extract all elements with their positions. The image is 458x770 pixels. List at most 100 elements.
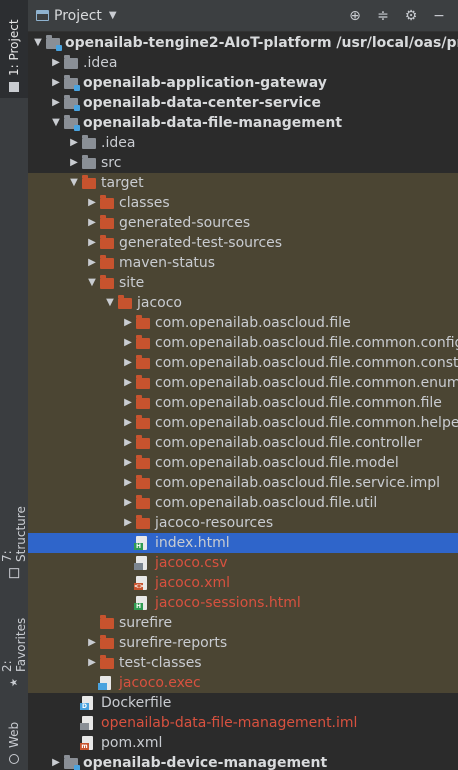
collapse-arrow-icon[interactable]: ▶ bbox=[50, 93, 62, 113]
collapse-arrow-icon[interactable]: ▶ bbox=[86, 633, 98, 653]
tree-row[interactable]: ▶ com.openailab.oascloud.file.common.file bbox=[28, 393, 458, 413]
tree-row[interactable]: jacoco.csv bbox=[28, 553, 458, 573]
expand-arrow-icon[interactable]: ▼ bbox=[104, 293, 116, 313]
tree-row[interactable]: ▶ .idea bbox=[28, 133, 458, 153]
tree-row[interactable]: ▶ generated-sources bbox=[28, 213, 458, 233]
tab-favorites[interactable]: ★ 2: Favorites bbox=[0, 598, 28, 694]
collapse-arrow-icon[interactable]: ▶ bbox=[86, 653, 98, 673]
tree-row-label: com.openailab.oascloud.file.util bbox=[155, 495, 378, 511]
folder-icon bbox=[100, 215, 114, 229]
folder-icon bbox=[118, 295, 132, 309]
collapse-arrow-icon[interactable]: ▶ bbox=[122, 353, 134, 373]
tree-row[interactable]: ▶ src bbox=[28, 153, 458, 173]
tree-row[interactable]: ▶ surefire-reports bbox=[28, 633, 458, 653]
folder-icon bbox=[64, 55, 78, 69]
folder-icon bbox=[136, 395, 150, 409]
file-type-badge bbox=[134, 563, 143, 570]
collapse-arrow-icon[interactable]: ▶ bbox=[122, 513, 134, 533]
view-selector[interactable]: Project ▼ bbox=[28, 8, 117, 24]
tree-row-label: com.openailab.oascloud.file.controller bbox=[155, 435, 422, 451]
tree-row[interactable]: ▼ jacoco bbox=[28, 293, 458, 313]
file-type-badge bbox=[98, 683, 107, 690]
collapse-arrow-icon[interactable]: ▶ bbox=[68, 133, 80, 153]
panel-title: Project bbox=[54, 7, 102, 24]
tab-web[interactable]: Web bbox=[0, 704, 28, 770]
target-icon[interactable]: ⊕ bbox=[348, 8, 362, 24]
tree-row[interactable]: ▶ .idea bbox=[28, 53, 458, 73]
tree-row[interactable]: ▶ com.openailab.oascloud.file.service.imp… bbox=[28, 473, 458, 493]
tree-row-label: Dockerfile bbox=[101, 695, 172, 711]
collapse-arrow-icon[interactable]: ▶ bbox=[122, 433, 134, 453]
tree-row[interactable]: ▶ test-classes bbox=[28, 653, 458, 673]
iml-file-icon bbox=[80, 716, 93, 730]
collapse-arrow-icon[interactable]: ▶ bbox=[122, 413, 134, 433]
project-tree[interactable]: ▼ openailab-tengine2-AIoT-platform /usr/l… bbox=[28, 32, 458, 770]
collapse-arrow-icon[interactable]: ▶ bbox=[86, 213, 98, 233]
tree-row[interactable]: ▼ openailab-data-file-management bbox=[28, 113, 458, 133]
tree-row[interactable]: ▶ generated-test-sources bbox=[28, 233, 458, 253]
collapse-arrow-icon[interactable]: ▶ bbox=[122, 453, 134, 473]
expand-arrow-icon[interactable]: ▼ bbox=[68, 173, 80, 193]
collapse-arrow-icon[interactable]: ▶ bbox=[86, 193, 98, 213]
tree-row[interactable]: ▼ site bbox=[28, 273, 458, 293]
collapse-all-icon[interactable]: ≑ bbox=[376, 8, 390, 24]
tree-row[interactable]: ▼ target bbox=[28, 173, 458, 193]
tree-row[interactable]: ▶ openailab-application-gateway bbox=[28, 73, 458, 93]
tree-row[interactable]: m pom.xml bbox=[28, 733, 458, 753]
expand-arrow-icon[interactable]: ▼ bbox=[86, 273, 98, 293]
tree-row[interactable]: ▶ com.openailab.oascloud.file.common.conf… bbox=[28, 333, 458, 353]
tree-row[interactable]: D Dockerfile bbox=[28, 693, 458, 713]
tree-row-label: jacoco.exec bbox=[119, 675, 201, 691]
tree-row-label: com.openailab.oascloud.file.service.impl bbox=[155, 475, 441, 491]
module-icon bbox=[64, 115, 80, 131]
file-type-badge: H bbox=[134, 603, 143, 610]
module-icon bbox=[64, 75, 80, 91]
tree-row[interactable]: ▶ jacoco-resources bbox=[28, 513, 458, 533]
expand-arrow-icon[interactable]: ▼ bbox=[32, 33, 44, 53]
collapse-arrow-icon[interactable]: ▶ bbox=[122, 473, 134, 493]
tree-row[interactable]: ▶ maven-status bbox=[28, 253, 458, 273]
expand-arrow-icon[interactable]: ▼ bbox=[50, 113, 62, 133]
tree-row-label: classes bbox=[119, 195, 170, 211]
tree-row[interactable]: ▶ com.openailab.oascloud.file.model bbox=[28, 453, 458, 473]
tree-row[interactable]: Hindex.html bbox=[28, 533, 458, 553]
collapse-arrow-icon[interactable]: ▶ bbox=[122, 333, 134, 353]
module-icon bbox=[64, 95, 80, 111]
tree-row[interactable]: ▶ openailab-device-management bbox=[28, 753, 458, 770]
tree-row[interactable]: ▶ com.openailab.oascloud.file.common.help… bbox=[28, 413, 458, 433]
tree-row-label: .idea bbox=[83, 55, 118, 71]
tree-row-label: com.openailab.oascloud.file bbox=[155, 315, 351, 331]
tree-row[interactable]: jacoco.exec bbox=[28, 673, 458, 693]
collapse-arrow-icon[interactable]: ▶ bbox=[122, 393, 134, 413]
folder-icon bbox=[100, 655, 114, 669]
tree-row-label: generated-sources bbox=[119, 215, 251, 231]
tree-row[interactable]: ▶ com.openailab.oascloud.file.controller bbox=[28, 433, 458, 453]
tree-row[interactable]: Hjacoco-sessions.html bbox=[28, 593, 458, 613]
hide-icon[interactable]: − bbox=[432, 8, 446, 24]
folder-icon bbox=[100, 275, 114, 289]
tree-row[interactable]: ▶ openailab-data-center-service bbox=[28, 93, 458, 113]
collapse-arrow-icon[interactable]: ▶ bbox=[50, 73, 62, 93]
folder-icon bbox=[100, 615, 114, 629]
tree-row[interactable]: ▶ com.openailab.oascloud.file bbox=[28, 313, 458, 333]
settings-icon[interactable]: ⚙ bbox=[404, 8, 418, 24]
tree-row[interactable]: surefire bbox=[28, 613, 458, 633]
tree-row[interactable]: ▶ com.openailab.oascloud.file.common.enum… bbox=[28, 373, 458, 393]
tab-project[interactable]: 1: Project bbox=[0, 0, 28, 98]
collapse-arrow-icon[interactable]: ▶ bbox=[122, 493, 134, 513]
collapse-arrow-icon[interactable]: ▶ bbox=[68, 153, 80, 173]
collapse-arrow-icon[interactable]: ▶ bbox=[86, 253, 98, 273]
star-icon: ★ bbox=[9, 677, 20, 688]
tree-row[interactable]: ▶ com.openailab.oascloud.file.common.cons… bbox=[28, 353, 458, 373]
collapse-arrow-icon[interactable]: ▶ bbox=[50, 753, 62, 770]
tree-row[interactable]: ▶ com.openailab.oascloud.file.util bbox=[28, 493, 458, 513]
collapse-arrow-icon[interactable]: ▶ bbox=[122, 373, 134, 393]
tree-row[interactable]: ▼ openailab-tengine2-AIoT-platform /usr/l… bbox=[28, 33, 458, 53]
collapse-arrow-icon[interactable]: ▶ bbox=[86, 233, 98, 253]
tree-row[interactable]: ▶ classes bbox=[28, 193, 458, 213]
tab-structure[interactable]: 7: Structure bbox=[0, 488, 28, 584]
collapse-arrow-icon[interactable]: ▶ bbox=[50, 53, 62, 73]
collapse-arrow-icon[interactable]: ▶ bbox=[122, 313, 134, 333]
tree-row[interactable]: <> jacoco.xml bbox=[28, 573, 458, 593]
tree-row[interactable]: openailab-data-file-management.iml bbox=[28, 713, 458, 733]
